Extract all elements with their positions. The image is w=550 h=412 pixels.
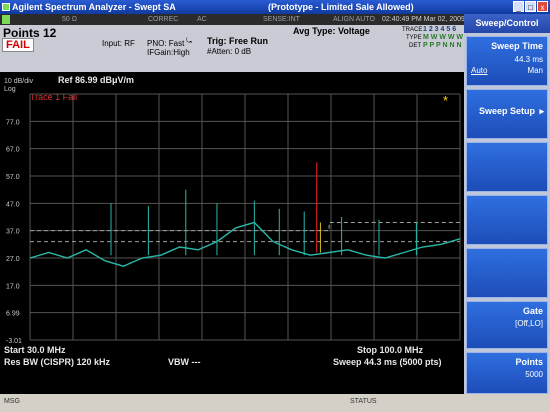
minimize-button[interactable]: _ [513,1,524,12]
pno-setting: PNO: Fast [147,39,185,48]
softkey-menu-title: Sweep/Control [464,14,550,33]
sweep-setup-label: Sweep Setup [478,106,535,116]
sweep-time-man: Man [527,66,543,75]
det-values: P P P N N N [423,42,462,49]
blank-softkey-4[interactable] [466,195,548,245]
measurement-info-panel: Points 12 FAIL Input: RF PNO: Fast IFGai… [0,25,472,72]
attenuation-setting: #Atten: 0 dB [207,47,252,56]
msg-label: MSG [4,398,20,405]
maximize-button[interactable]: □ [525,1,536,12]
det-row-label: DET [409,43,421,49]
sweep-time-auto: Auto [471,66,488,75]
blank-softkey-5[interactable] [466,248,548,298]
submenu-arrow-icon: ▸ [539,106,544,116]
type-row-label: TYPE [406,35,422,41]
trigger-setting: Trig: Free Run [207,36,269,46]
sweep-time-softkey[interactable]: Sweep Time 44.3 ms Auto Man [466,36,548,86]
bottom-status-bar: MSG STATUS [0,394,550,412]
points-value: 5000 [525,370,543,379]
start-frequency: Start 30.0 MHz [4,345,66,355]
blank-softkey-3[interactable] [466,142,548,192]
sweep-time-label: Sweep Time [491,41,543,51]
y-tick-label: 67.0 [6,147,20,154]
y-tick-label: 6.99 [6,311,20,318]
softkey-panel: Sweep/Control Sweep Time 44.3 ms Auto Ma… [464,14,550,394]
window-title: Agilent Spectrum Analyzer - Swept SA [12,2,176,12]
window-title-bar: Agilent Spectrum Analyzer - Swept SA (Pr… [0,0,550,14]
status-led-icon [2,15,10,24]
ifgain-setting: IFGain:High [147,48,190,57]
avg-type: Avg Type: Voltage [293,26,370,36]
gate-value: [Off,LO] [515,319,543,328]
y-tick-label: 17.0 [6,283,20,290]
rbw-label: Res BW (CISPR) 120 kHz [4,357,111,367]
points-label: Points [515,357,543,367]
gate-label: Gate [522,306,543,316]
correction-status: CORREC [148,16,179,23]
sweep-time-value: 44.3 ms [514,55,543,64]
y-tick-label: 57.0 [6,174,20,181]
close-button[interactable]: x [537,1,548,12]
sweep-setup-softkey[interactable]: Sweep Setup ▸ [466,89,548,139]
input-setting: Input: RF [102,39,135,48]
y-tick-label: -3.01 [6,338,22,345]
marker-star-icon: * [443,93,448,108]
spectrum-chart: 10 dB/div Log Ref 86.99 dBμV/m Trace 1 F… [4,75,461,367]
stop-frequency: Stop 100.0 MHz [357,345,424,355]
datetime: 02:40:49 PM Mar 02, 2009 [382,16,465,23]
fail-badge: FAIL [2,38,34,52]
plot-grid [29,93,461,341]
scale-type-label: Log [4,86,16,93]
reference-level: Ref 86.99 dBμV/m [58,75,134,85]
y-tick-label: 27.0 [6,256,20,263]
y-tick-label: 47.0 [6,201,20,208]
gate-softkey[interactable]: Gate [Off,LO] [466,301,548,349]
coupling-status: AC [197,16,207,23]
align-status: ALIGN AUTO [333,16,375,23]
status-label: STATUS [350,398,377,405]
trace-row-label: TRACE [402,27,423,33]
y-axis-labels: 77.0 67.0 57.0 47.0 37.0 27.0 17.0 6.99 -3.01 [6,119,22,345]
impedance-status: 50 Ω [62,16,77,23]
window-subtitle: (Prototype - Limited Sale Allowed) [268,2,414,12]
sweep-info: Sweep 44.3 ms (5000 pts) [333,357,442,367]
y-tick-label: 37.0 [6,229,20,236]
sense-status: SENSE:INT [263,16,300,23]
pno-icon: ⤿ [186,38,192,45]
vbw-label: VBW --- [168,357,201,367]
annotation-status-row: 50 Ω CORREC AC SENSE:INT ALIGN AUTO 02:4… [0,14,465,25]
scale-label: 10 dB/div [4,78,34,85]
points-softkey[interactable]: Points 5000 [466,352,548,394]
spectrum-display: 10 dB/div Log Ref 86.99 dBμV/m Trace 1 F… [0,72,464,392]
y-tick-label: 77.0 [6,119,20,126]
trace-values: 1 2 3 4 5 6 [423,26,457,33]
app-icon [2,3,10,11]
